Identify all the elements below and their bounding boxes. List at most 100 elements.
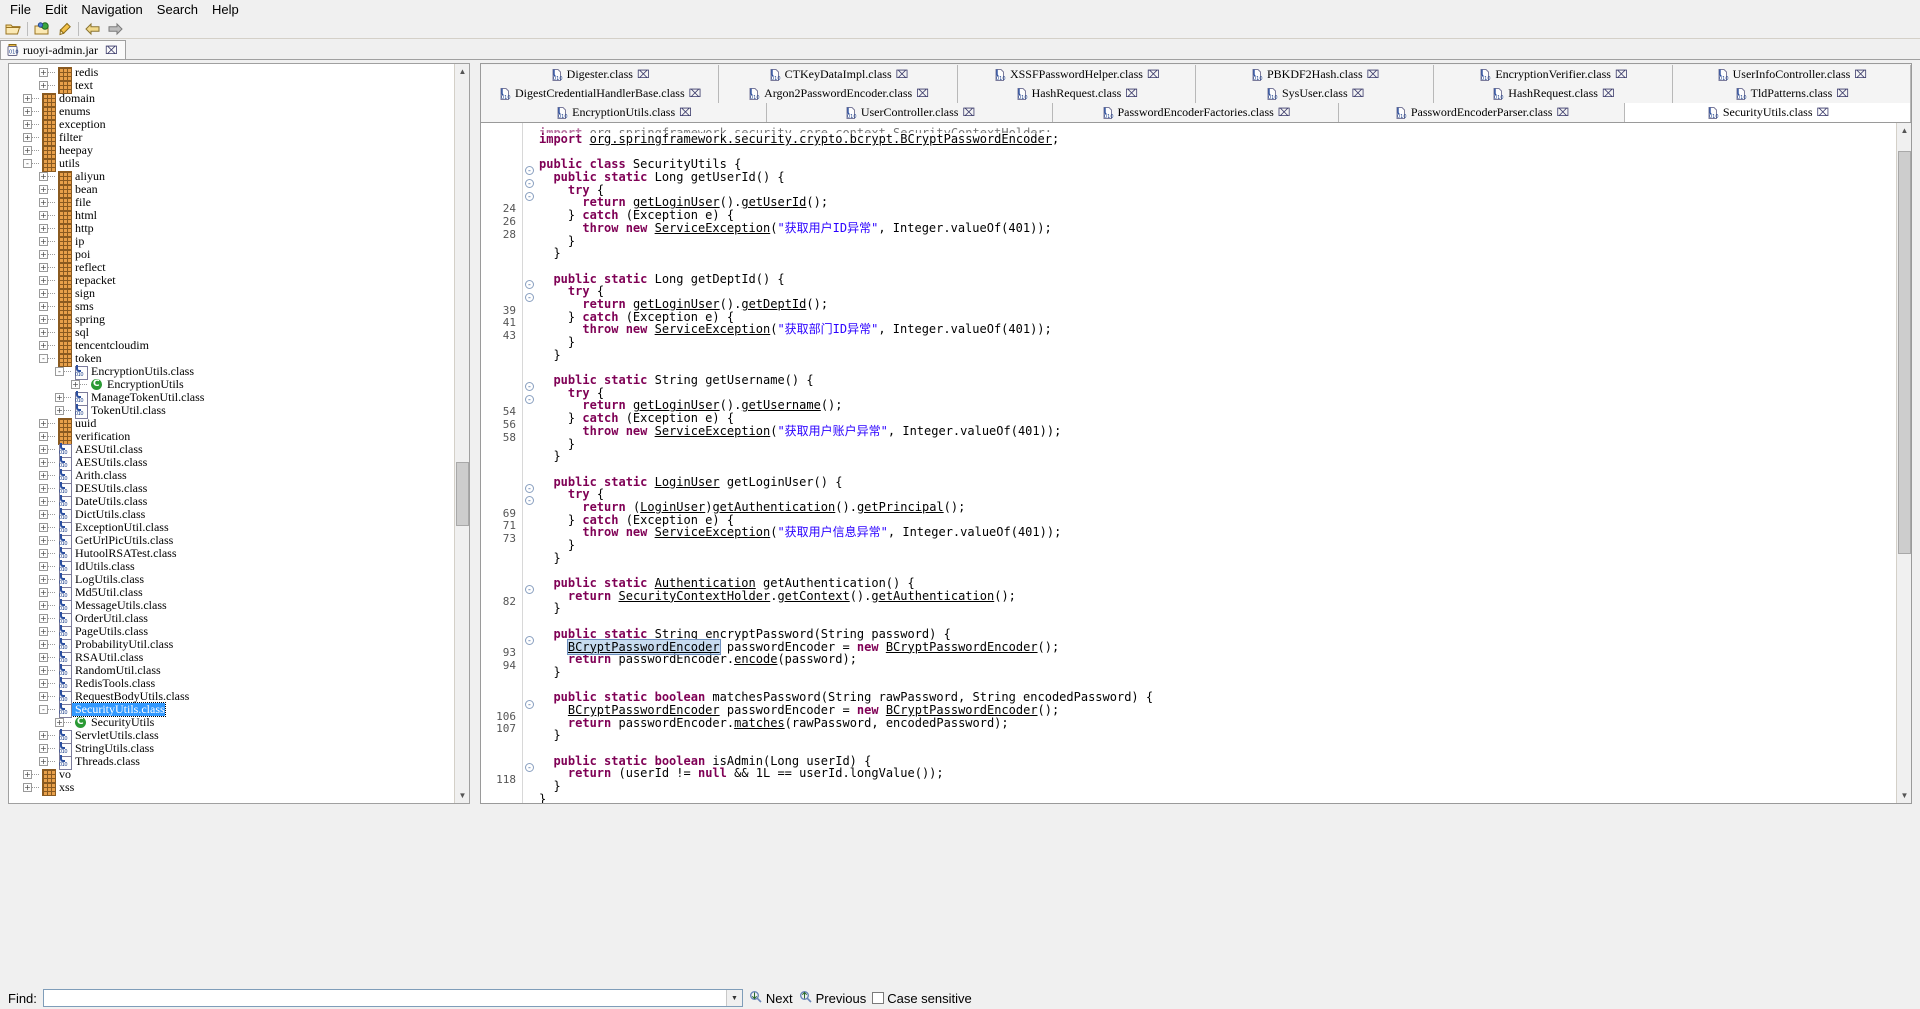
fold-toggle-icon[interactable]: - [525, 763, 534, 772]
search-highlight-icon[interactable] [53, 20, 75, 38]
tree-node[interactable]: - token [9, 352, 454, 367]
expand-toggle-icon[interactable]: + [39, 341, 48, 350]
case-sensitive-toggle[interactable]: Case sensitive [872, 991, 972, 1006]
fold-toggle-icon[interactable]: - [525, 293, 534, 303]
collapse-toggle-icon[interactable]: - [39, 705, 48, 714]
code-scrollbar-thumb[interactable] [1898, 151, 1911, 554]
back-arrow-icon[interactable] [82, 20, 104, 38]
find-input[interactable] [43, 990, 742, 1006]
menu-edit[interactable]: Edit [38, 1, 74, 19]
file-tab[interactable]: 010 UserInfoController.class ⌧ [1672, 65, 1911, 84]
fold-toggle-icon[interactable]: - [525, 585, 534, 595]
find-next-button[interactable]: Next [749, 990, 793, 1006]
expand-toggle-icon[interactable]: + [39, 198, 48, 207]
menu-search[interactable]: Search [150, 1, 205, 19]
close-icon[interactable]: ⌧ [1278, 106, 1291, 119]
fold-toggle-icon[interactable]: - [525, 699, 534, 709]
file-tab[interactable]: 010 EncryptionVerifier.class ⌧ [1434, 65, 1673, 84]
expand-toggle-icon[interactable]: + [39, 653, 48, 662]
expand-toggle-icon[interactable]: + [39, 666, 48, 675]
tree-node[interactable]: +ManageTokenUtil.class [9, 390, 454, 406]
close-icon[interactable]: ⌧ [1367, 68, 1380, 81]
close-icon[interactable]: ⌧ [1556, 106, 1569, 119]
file-tab[interactable]: 010 HashRequest.class ⌧ [1434, 84, 1673, 103]
expand-toggle-icon[interactable]: + [39, 250, 48, 259]
expand-toggle-icon[interactable]: + [23, 783, 32, 792]
expand-toggle-icon[interactable]: + [39, 315, 48, 324]
expand-toggle-icon[interactable]: + [39, 497, 48, 506]
close-icon[interactable]: ⌧ [105, 44, 118, 57]
expand-toggle-icon[interactable]: + [39, 640, 48, 649]
expand-toggle-icon[interactable]: + [23, 120, 32, 129]
fold-toggle-icon[interactable]: - [525, 394, 534, 404]
tree-node[interactable]: + Threads.class [9, 754, 454, 770]
menu-navigation[interactable]: Navigation [74, 1, 149, 19]
collapse-toggle-icon[interactable]: - [23, 159, 32, 168]
fold-toggle-icon[interactable]: - [525, 382, 534, 391]
open-folder-icon[interactable] [2, 20, 24, 38]
close-icon[interactable]: ⌧ [1125, 87, 1138, 100]
expand-toggle-icon[interactable]: + [23, 146, 32, 155]
tree-node[interactable]: + TokenUtil.class [9, 403, 454, 419]
close-icon[interactable]: ⌧ [962, 106, 975, 119]
file-tab[interactable]: 010 EncryptionUtils.class ⌧ [481, 103, 767, 122]
close-icon[interactable]: ⌧ [1816, 106, 1829, 119]
menu-file[interactable]: File [3, 1, 38, 19]
fold-toggle-icon[interactable]: - [525, 191, 534, 201]
file-tab[interactable]: 010 UserController.class ⌧ [767, 103, 1053, 122]
close-icon[interactable]: ⌧ [1836, 87, 1849, 100]
tree-node[interactable]: -EncryptionUtils.class [9, 364, 454, 380]
file-tab[interactable]: 010 SysUser.class ⌧ [1195, 84, 1435, 103]
expand-toggle-icon[interactable]: + [55, 406, 64, 415]
tree-scroll-down-arrow[interactable]: ▼ [455, 788, 469, 803]
close-icon[interactable]: ⌧ [679, 106, 692, 119]
expand-toggle-icon[interactable]: + [39, 419, 48, 428]
tree-node[interactable]: + vo [9, 768, 454, 783]
expand-toggle-icon[interactable]: + [39, 185, 48, 194]
expand-toggle-icon[interactable]: + [39, 458, 48, 467]
close-icon[interactable]: ⌧ [896, 68, 909, 81]
expand-toggle-icon[interactable]: + [39, 276, 48, 285]
close-icon[interactable]: ⌧ [1854, 68, 1867, 81]
close-icon[interactable]: ⌧ [637, 68, 650, 81]
expand-toggle-icon[interactable]: + [23, 107, 32, 116]
expand-toggle-icon[interactable]: + [39, 731, 48, 740]
expand-toggle-icon[interactable]: + [39, 432, 48, 441]
fold-toggle-icon[interactable]: - [525, 483, 534, 493]
expand-toggle-icon[interactable]: + [39, 679, 48, 688]
expand-toggle-icon[interactable]: + [39, 289, 48, 298]
fold-toggle-icon[interactable]: - [525, 280, 534, 290]
package-tree[interactable]: + redis + text + domain + enums + exception + filte… [9, 64, 454, 803]
expand-toggle-icon[interactable]: + [23, 770, 32, 779]
code-folding-column[interactable]: - - - - - - - - - - - - - [523, 123, 539, 803]
chevron-down-icon[interactable]: ▼ [725, 990, 742, 1006]
close-icon[interactable]: ⌧ [1147, 68, 1160, 81]
forward-arrow-icon[interactable] [104, 20, 126, 38]
close-icon[interactable]: ⌧ [689, 87, 702, 100]
code-vertical-scrollbar[interactable]: ▲ ▼ [1896, 123, 1911, 803]
expand-toggle-icon[interactable]: + [23, 133, 32, 142]
expand-toggle-icon[interactable]: + [39, 588, 48, 597]
expand-toggle-icon[interactable]: + [55, 393, 64, 402]
file-tab[interactable]: 010 PBKDF2Hash.class ⌧ [1195, 65, 1435, 84]
expand-toggle-icon[interactable]: + [39, 627, 48, 636]
file-tab[interactable]: 010 XSSFPasswordHelper.class ⌧ [957, 65, 1196, 84]
tree-scroll-up-arrow[interactable]: ▲ [455, 64, 469, 79]
open-type-icon[interactable] [31, 20, 53, 38]
tree-node-selected[interactable]: -SecurityUtils.class [9, 702, 454, 718]
file-tab[interactable]: 010 Digester.class ⌧ [481, 65, 720, 84]
expand-toggle-icon[interactable]: + [39, 445, 48, 454]
expand-toggle-icon[interactable]: + [39, 302, 48, 311]
expand-toggle-icon[interactable]: + [39, 484, 48, 493]
file-tab[interactable]: 010 DigestCredentialHandlerBase.class ⌧ [481, 84, 720, 103]
file-tab[interactable]: 010 SecurityUtils.class ⌧ [1625, 103, 1911, 122]
code-viewer[interactable]: 24 26 28 39 41 43 54 56 58 69 71 73 82 93 94 106 107 118 … [480, 122, 1912, 804]
expand-toggle-icon[interactable]: + [39, 263, 48, 272]
expand-toggle-icon[interactable]: + [39, 471, 48, 480]
expand-toggle-icon[interactable]: + [39, 757, 48, 766]
expand-toggle-icon[interactable]: + [39, 536, 48, 545]
fold-toggle-icon[interactable]: - [525, 166, 534, 176]
tree-scrollbar-thumb[interactable] [456, 461, 469, 526]
menu-help[interactable]: Help [205, 1, 246, 19]
collapse-toggle-icon[interactable]: - [39, 354, 48, 363]
